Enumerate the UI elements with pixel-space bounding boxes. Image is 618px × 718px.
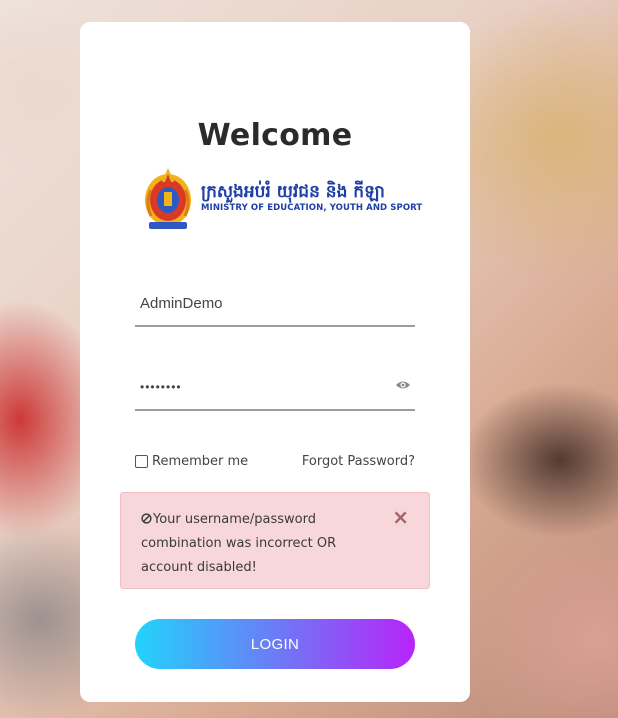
remember-me-checkbox[interactable]: Remember me xyxy=(135,454,248,469)
password-input[interactable] xyxy=(135,365,415,409)
logo-english-text: MINISTRY OF EDUCATION, YOUTH AND SPORT xyxy=(201,203,423,213)
ministry-seal-icon xyxy=(145,168,191,229)
ban-icon xyxy=(141,513,152,524)
login-button[interactable]: LOGIN xyxy=(135,619,415,669)
alert-message: Your username/password combination was i… xyxy=(141,512,337,575)
username-field xyxy=(135,281,415,327)
ministry-logo: ក្រសួងអប់រំ យុវជន និង កីឡា MINISTRY OF E… xyxy=(143,162,422,232)
checkbox-box[interactable] xyxy=(135,455,148,468)
login-card: Welcome ក្រសួងអប់រំ យុវជន និង កីឡា MINIS… xyxy=(80,22,470,702)
remember-me-label: Remember me xyxy=(152,454,249,469)
alert-message-text: Your username/password combination was i… xyxy=(141,508,385,580)
username-input[interactable] xyxy=(135,281,415,325)
error-alert: Your username/password combination was i… xyxy=(120,492,430,589)
close-alert-icon[interactable]: × xyxy=(392,507,409,527)
forgot-password-link[interactable]: Forgot Password? xyxy=(302,454,415,469)
password-field xyxy=(135,365,415,411)
eye-icon[interactable] xyxy=(395,379,411,391)
logo-khmer-text: ក្រសួងអប់រំ យុវជន និង កីឡា xyxy=(201,182,385,202)
page-title: Welcome xyxy=(197,118,353,153)
